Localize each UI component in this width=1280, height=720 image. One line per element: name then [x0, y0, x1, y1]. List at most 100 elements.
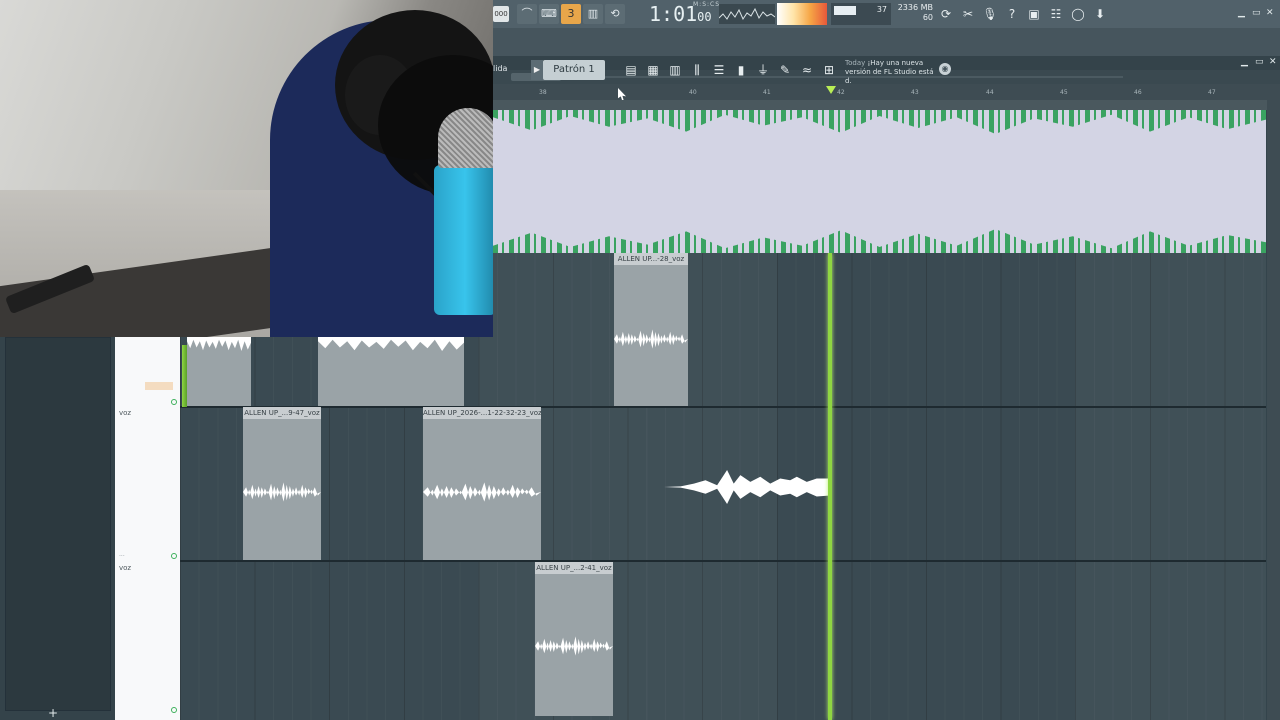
track-name[interactable]: voz [119, 409, 131, 417]
news-today: Today [845, 59, 866, 67]
maximize-icon[interactable]: ▭ [1252, 8, 1261, 18]
recording-indicator [182, 345, 187, 407]
playlist-close-icon[interactable]: ✕ [1269, 57, 1277, 67]
ruler-bar-label: 47 [1208, 89, 1216, 96]
clip-title: ALLEN UP_...2-41_voz [535, 562, 613, 574]
ruler-bar-label: 38 [539, 89, 547, 96]
audio-clip-master-waveform[interactable] [493, 110, 1266, 253]
tempo-display[interactable]: 000 [493, 6, 509, 22]
main-toolbar: 000 ⌒ ⌨ 3 ▥ ⟲ 1:0100 M:S:CS 37 2336 MB 6… [493, 0, 1280, 85]
clip-waveform [423, 482, 541, 502]
cpu-bar [834, 6, 856, 15]
clip-title: ALLEN UP...-28_voz [614, 253, 688, 265]
cpu-meter: 37 [831, 3, 891, 25]
track-mute-indicator[interactable] [171, 707, 177, 713]
ruler-edge [493, 100, 1280, 110]
playlist-icon[interactable]: ▤ [621, 60, 641, 80]
mixer-icon[interactable]: ☷ [1046, 4, 1066, 24]
ruler-bar-label: 46 [1134, 89, 1142, 96]
clip-waveform [614, 329, 688, 349]
clip-waveform [318, 337, 464, 351]
audio-clip[interactable]: ALLEN UP_...9-47_voz [243, 407, 321, 560]
track-mute-indicator[interactable] [171, 553, 177, 559]
clip-waveform [187, 337, 251, 351]
close-icon[interactable]: ✕ [1266, 8, 1274, 18]
memory-meter: 2336 MB 60 [893, 3, 933, 25]
clip-title: ALLEN UP_...9-47_voz [243, 407, 321, 419]
brush-icon[interactable]: ✎ [775, 60, 795, 80]
waveform-top [493, 110, 1266, 134]
channel-rack-icon[interactable]: ▥ [665, 60, 685, 80]
cart-icon[interactable]: ⊞ [819, 60, 839, 80]
clip-waveform [535, 636, 613, 656]
pattern-arrow-icon[interactable]: ▶ [531, 60, 543, 80]
microphone-icon[interactable]: 🎙 [980, 4, 1000, 24]
ruler-bar-label: 40 [689, 89, 697, 96]
toolbar-row-tools: lida ▶ Patrón 1 ▤ ▦ ▥ ⫼ ☰ ▮ ⏚ ✎ ≈ ⊞ Toda… [493, 28, 1280, 85]
audio-clip[interactable] [318, 337, 464, 406]
playlist-minimize-icon[interactable]: ▁ [1241, 57, 1248, 67]
save-icon[interactable]: ▣ [1024, 4, 1044, 24]
output-label: lida [493, 64, 508, 73]
audio-clip[interactable]: ALLEN UP_2026-...1-22-32-23_voz [423, 407, 541, 560]
time-main: 1:01 [649, 2, 698, 26]
master-volume-meter[interactable] [777, 3, 827, 25]
vertical-scrollbar[interactable] [1267, 84, 1280, 720]
webcam-mic-grill [438, 108, 493, 168]
memory-value: 2336 MB [897, 3, 933, 12]
mixer-view-icon[interactable]: ⫼ [687, 60, 707, 80]
minimize-icon[interactable]: ▁ [1238, 8, 1245, 18]
track-divider [180, 560, 1266, 562]
chat-icon[interactable]: ◯ [1068, 4, 1088, 24]
wait-input-icon[interactable]: ⌨ [539, 4, 559, 24]
track-name[interactable]: voz [119, 564, 131, 572]
piano-roll-icon[interactable]: ▦ [643, 60, 663, 80]
polyphony-value: 60 [922, 13, 933, 22]
oscilloscope-display [719, 4, 775, 24]
clip-waveform [243, 482, 321, 502]
plugin-icon[interactable]: ▮ [731, 60, 751, 80]
cpu-value: 37 [876, 5, 887, 14]
playhead-marker[interactable] [826, 86, 836, 94]
webcam-microphone [434, 165, 493, 315]
news-panel[interactable]: Today ¡Hay una nueva versión de FL Studi… [845, 59, 940, 85]
undo-icon[interactable]: ⟳ [936, 4, 956, 24]
oscilloscope-wave [719, 7, 775, 21]
track-list-inner [5, 337, 111, 711]
metronome-icon[interactable]: ⌒ [517, 4, 537, 24]
link-icon[interactable]: ≈ [797, 60, 817, 80]
timeline-ruler[interactable]: 38 40 41 42 43 44 45 46 47 [493, 84, 1280, 100]
audio-clip[interactable]: ALLEN UP...-28_voz [614, 253, 688, 406]
playhead-line[interactable] [828, 253, 832, 720]
plug-icon[interactable]: ⏚ [753, 60, 773, 80]
track-list-panel [0, 337, 115, 720]
ruler-bar-label: 43 [911, 89, 919, 96]
ruler-bar-label: 41 [763, 89, 771, 96]
cut-icon[interactable]: ✂ [958, 4, 978, 24]
track-handle[interactable]: ... [119, 551, 125, 558]
ruler-bar-label: 42 [837, 89, 845, 96]
pattern-selector[interactable]: Patrón 1 [543, 60, 605, 80]
playlist-maximize-icon[interactable]: ▭ [1255, 57, 1264, 67]
help-icon[interactable]: ? [1002, 4, 1022, 24]
step-edit-icon[interactable]: ▥ [583, 4, 603, 24]
add-track-icon[interactable]: + [48, 706, 58, 720]
download-icon[interactable]: ⬇ [1090, 4, 1110, 24]
browser-icon[interactable]: ☰ [709, 60, 729, 80]
track-color-strip [145, 382, 173, 390]
webcam-overlay [0, 0, 493, 337]
countdown-icon[interactable]: 3 [561, 4, 581, 24]
time-sub: 00 [697, 10, 712, 24]
clip-title: ALLEN UP_2026-...1-22-32-23_voz [423, 407, 541, 419]
audio-clip[interactable] [187, 337, 251, 406]
track-headers: voz ... voz [115, 337, 180, 720]
track-divider [180, 406, 1266, 408]
globe-icon[interactable]: ◉ [939, 63, 951, 75]
track-mute-indicator[interactable] [171, 399, 177, 405]
waveform-bottom [493, 229, 1266, 253]
loop-record-icon[interactable]: ⟲ [605, 4, 625, 24]
audio-clip[interactable]: ALLEN UP_...2-41_voz [535, 562, 613, 716]
toolbar-row-transport: 000 ⌒ ⌨ 3 ▥ ⟲ 1:0100 M:S:CS 37 2336 MB 6… [493, 0, 1280, 28]
time-units-label: M:S:CS [693, 1, 721, 8]
ruler-bar-label: 44 [986, 89, 994, 96]
